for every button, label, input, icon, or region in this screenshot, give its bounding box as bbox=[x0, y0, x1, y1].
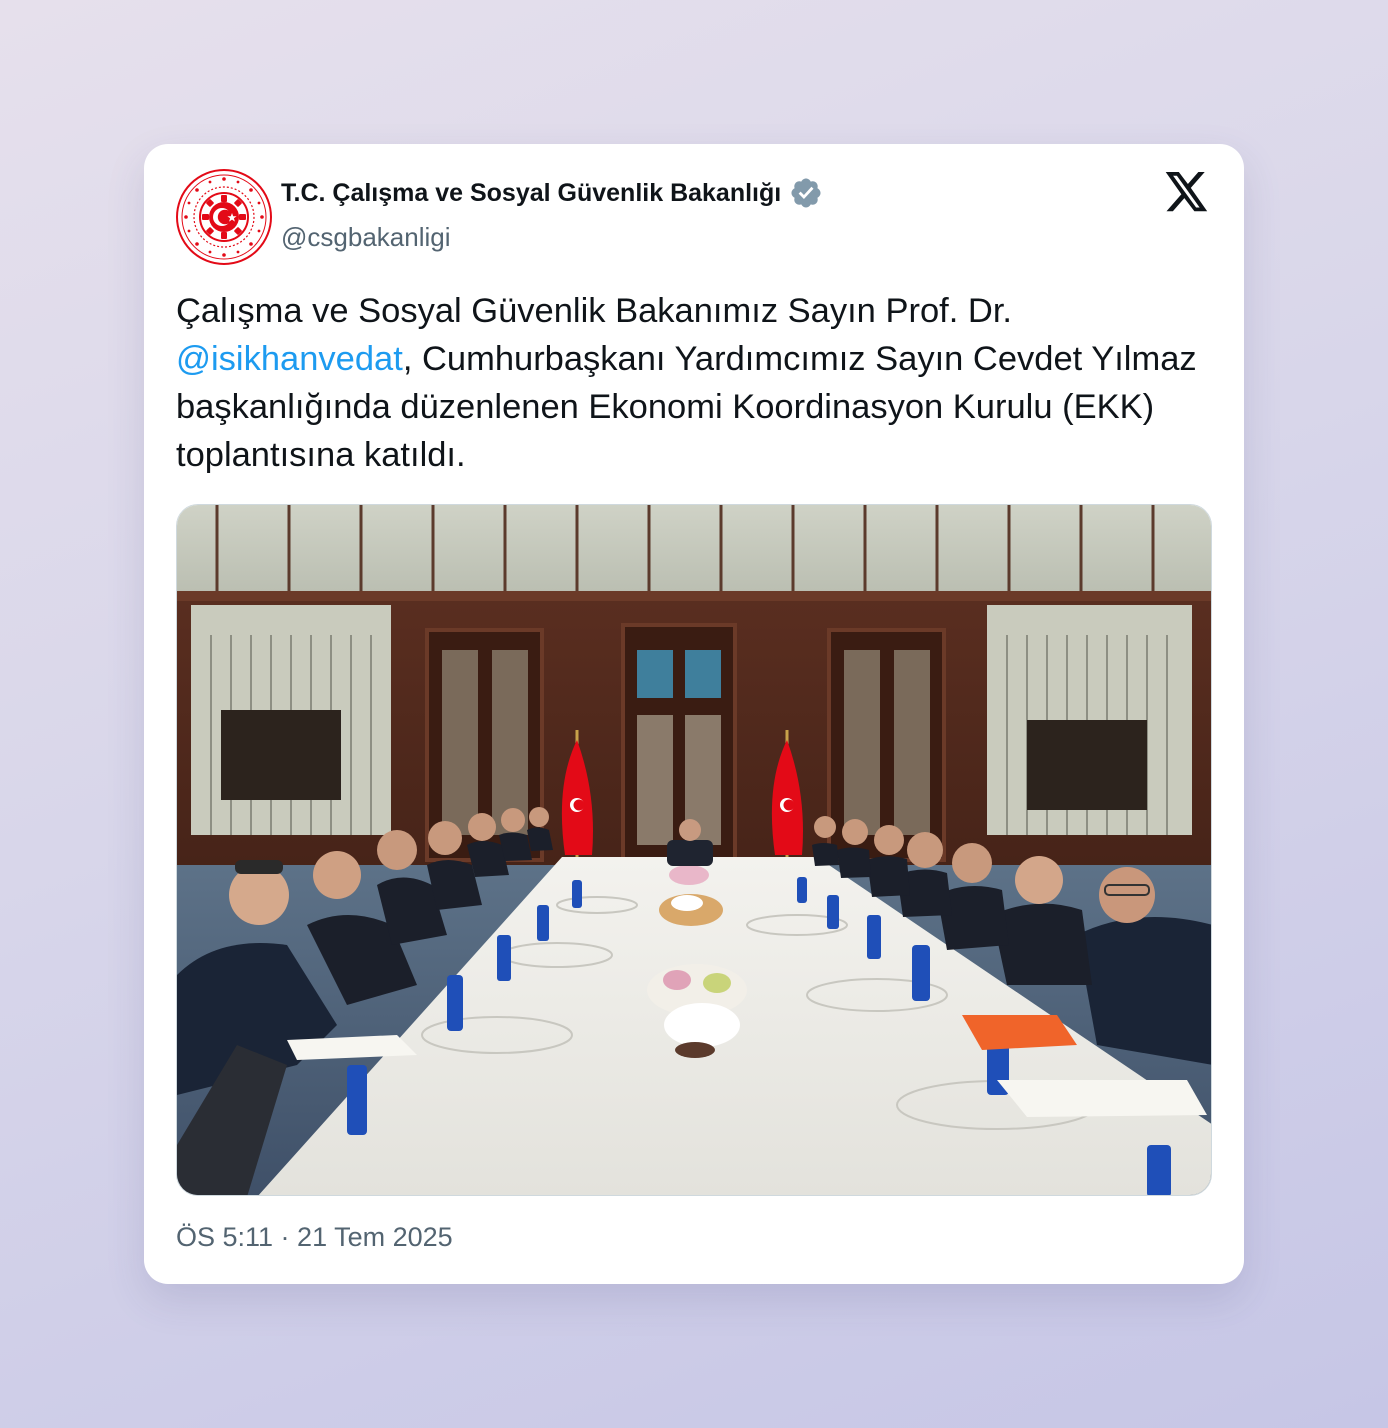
author-name-row: T.C. Çalışma ve Sosyal Güvenlik Bakanlığ… bbox=[281, 176, 823, 210]
x-logo-icon[interactable] bbox=[1165, 172, 1209, 212]
meeting-room-photo[interactable] bbox=[176, 504, 1212, 1196]
photo-illustration bbox=[177, 505, 1211, 1195]
avatar[interactable] bbox=[176, 169, 272, 265]
tweet-card: T.C. Çalışma ve Sosyal Güvenlik Bakanlığ… bbox=[144, 144, 1244, 1284]
verified-badge-icon bbox=[791, 178, 821, 208]
author-handle[interactable]: @csgbakanligi bbox=[281, 222, 450, 253]
tweet-timestamp[interactable]: ÖS 5:11 · 21 Tem 2025 bbox=[176, 1222, 453, 1253]
tweet-text: Çalışma ve Sosyal Güvenlik Bakanımız Say… bbox=[176, 287, 1216, 479]
display-name[interactable]: T.C. Çalışma ve Sosyal Güvenlik Bakanlığ… bbox=[281, 179, 781, 208]
mention-link[interactable]: @isikhanvedat bbox=[176, 340, 403, 378]
tweet-text-part: Çalışma ve Sosyal Güvenlik Bakanımız Say… bbox=[176, 292, 1012, 330]
ministry-seal-icon bbox=[176, 169, 272, 265]
